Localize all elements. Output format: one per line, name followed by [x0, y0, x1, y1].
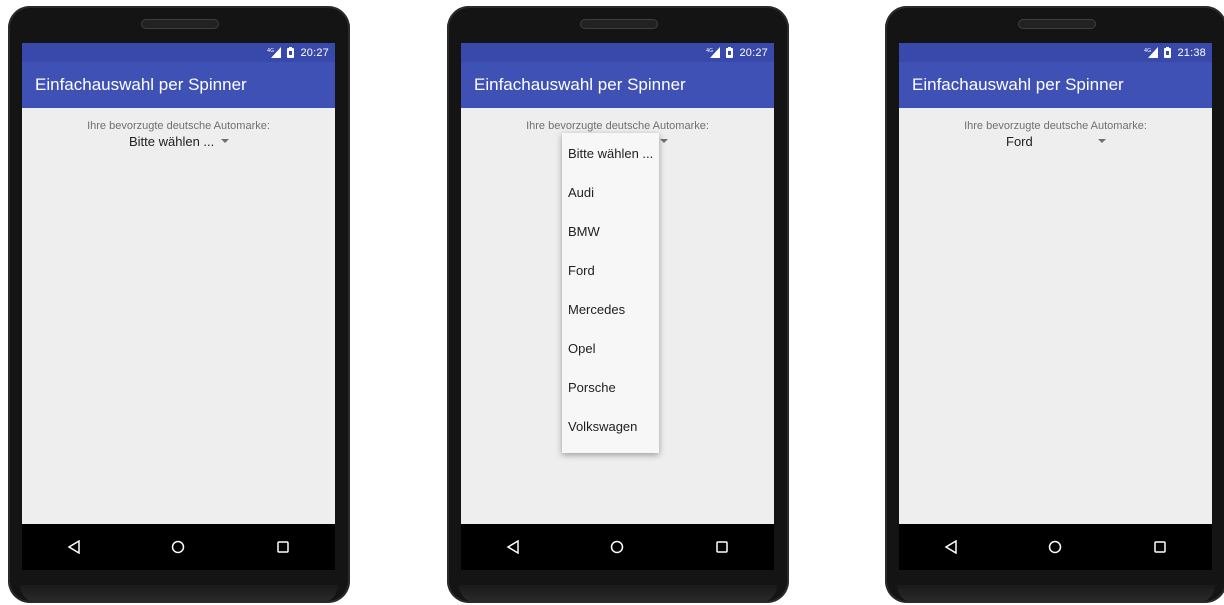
status-clock: 20:27 [739, 46, 768, 59]
dropdown-option[interactable]: Audi [562, 176, 659, 215]
dropdown-option[interactable]: Bitte wählen ... [562, 137, 659, 176]
dropdown-option[interactable]: BMW [562, 215, 659, 254]
app-title: Einfachauswahl per Spinner [912, 75, 1124, 94]
phone-1: 4G 20:27 Einfachauswahl per Spinner Ihre… [8, 6, 350, 603]
app-bar: Einfachauswahl per Spinner [22, 62, 335, 108]
spinner-selected-value: Bitte wählen ... [129, 134, 215, 149]
network-type-label: 4G [1144, 48, 1151, 54]
battery-icon [726, 47, 734, 58]
app-title: Einfachauswahl per Spinner [474, 75, 686, 94]
signal-icon: 4G [706, 47, 721, 58]
recents-icon[interactable] [712, 537, 732, 557]
navigation-bar [899, 524, 1212, 570]
dropdown-option[interactable]: Ford [562, 254, 659, 293]
phone-screen: 4G 21:38 Einfachauswahl per Spinner Ihre… [899, 43, 1212, 524]
spinner-prompt-label: Ihre bevorzugte deutsche Automarke: [526, 120, 709, 132]
dropdown-arrow-icon [221, 139, 229, 143]
phone-2: 4G 20:27 Einfachauswahl per Spinner Ihre… [447, 6, 789, 603]
signal-icon: 4G [1144, 47, 1159, 58]
navigation-bar [22, 524, 335, 570]
navigation-bar [461, 524, 774, 570]
content-area: Ihre bevorzugte deutsche Automarke: Bitt… [461, 108, 774, 524]
dropdown-option[interactable]: Opel [562, 332, 659, 371]
spinner-prompt-label: Ihre bevorzugte deutsche Automarke: [87, 120, 270, 132]
recents-icon[interactable] [273, 537, 293, 557]
back-icon[interactable] [503, 537, 523, 557]
spinner-prompt-label: Ihre bevorzugte deutsche Automarke: [964, 120, 1147, 132]
content-area: Ihre bevorzugte deutsche Automarke: Bitt… [22, 108, 335, 524]
back-icon[interactable] [64, 537, 84, 557]
dropdown-option[interactable]: Mercedes [562, 293, 659, 332]
brand-spinner[interactable]: Bitte wählen ... [129, 134, 233, 152]
earpiece-speaker [1018, 19, 1096, 29]
signal-icon: 4G [267, 47, 282, 58]
dropdown-arrow-icon [660, 139, 668, 143]
app-title: Einfachauswahl per Spinner [35, 75, 247, 94]
status-clock: 20:27 [300, 46, 329, 59]
home-icon[interactable] [607, 537, 627, 557]
content-area: Ihre bevorzugte deutsche Automarke: Ford [899, 108, 1212, 524]
phone-screen: 4G 20:27 Einfachauswahl per Spinner Ihre… [22, 43, 335, 524]
battery-icon [1164, 47, 1172, 58]
home-icon[interactable] [168, 537, 188, 557]
status-bar: 4G 20:27 [22, 43, 335, 62]
network-type-label: 4G [706, 48, 713, 54]
spinner-selected-value: Ford [1006, 134, 1033, 149]
network-type-label: 4G [267, 48, 274, 54]
phone-screen: 4G 20:27 Einfachauswahl per Spinner Ihre… [461, 43, 774, 524]
earpiece-speaker [580, 19, 658, 29]
dropdown-arrow-icon [1098, 139, 1106, 143]
phone-3: 4G 21:38 Einfachauswahl per Spinner Ihre… [885, 6, 1224, 603]
home-icon[interactable] [1045, 537, 1065, 557]
spinner-dropdown-menu: Bitte wählen ... Audi BMW Ford Mercedes … [562, 133, 659, 453]
dropdown-option[interactable]: Volkswagen [562, 410, 659, 449]
screenshot-stage: 4G 20:27 Einfachauswahl per Spinner Ihre… [0, 0, 1224, 605]
status-bar: 4G 21:38 [899, 43, 1212, 62]
brand-spinner[interactable]: Ford [1006, 134, 1110, 152]
app-bar: Einfachauswahl per Spinner [899, 62, 1212, 108]
status-clock: 21:38 [1177, 46, 1206, 59]
battery-icon [287, 47, 295, 58]
app-bar: Einfachauswahl per Spinner [461, 62, 774, 108]
earpiece-speaker [141, 19, 219, 29]
recents-icon[interactable] [1150, 537, 1170, 557]
status-bar: 4G 20:27 [461, 43, 774, 62]
dropdown-option[interactable]: Porsche [562, 371, 659, 410]
back-icon[interactable] [941, 537, 961, 557]
